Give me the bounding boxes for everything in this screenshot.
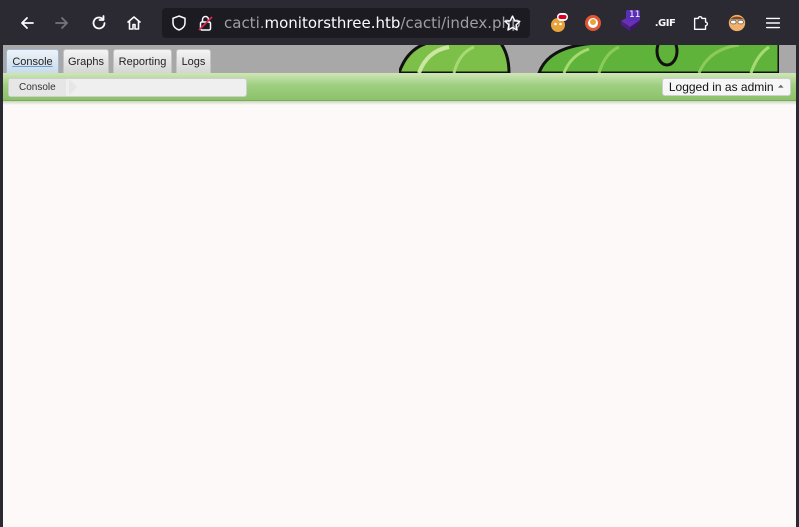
navigation-bar: Console Logged in as admin ⏶ [3,73,796,101]
back-arrow-icon [21,17,34,29]
breadcrumb: Console [8,78,247,97]
forward-button[interactable] [48,9,76,37]
app-menu-button[interactable] [762,12,784,34]
tab-logs-label: Logs [181,55,206,68]
extension-badge-icon[interactable]: 11 [618,9,642,35]
tab-console-label: Console [12,55,53,68]
cacti-header: Console Graphs Reporting Logs [3,45,796,73]
user-menu-label: Logged in as admin [668,80,774,94]
extension-ublock-icon[interactable] [547,12,569,34]
tab-console[interactable]: Console [6,49,59,73]
fox-face-icon [551,13,568,32]
extension-gif-label: .GIF [654,17,676,29]
home-button[interactable] [120,9,148,37]
user-menu[interactable]: Logged in as admin ⏶ [661,78,791,96]
duck-icon [585,15,601,31]
extensions-puzzle-button[interactable] [690,12,712,34]
account-avatar-icon[interactable] [726,12,748,34]
cacti-logo-image [399,45,779,73]
forward-arrow-icon [55,17,68,29]
insecure-lock-icon[interactable] [197,14,215,32]
navigation-bar-shadow [3,101,796,105]
extension-badge-count: 11 [629,10,641,20]
breadcrumb-separator [69,79,77,95]
home-icon [126,16,142,30]
address-bar[interactable]: cacti.monitorsthree.htb/cacti/index.php [162,8,530,38]
url-host: monitorsthree.htb [264,14,401,32]
extension-gif-icon[interactable]: .GIF [653,12,677,34]
reload-button[interactable] [85,9,113,37]
breadcrumb-item-console[interactable]: Console [9,79,66,96]
tab-graphs[interactable]: Graphs [63,49,109,73]
url-text[interactable]: cacti.monitorsthree.htb/cacti/index.php [224,14,521,32]
caret-up-icon: ⏶ [777,82,784,91]
hamburger-menu-icon [765,17,781,29]
puzzle-icon [693,15,709,31]
tab-reporting[interactable]: Reporting [113,49,172,73]
shield-icon[interactable] [170,14,188,32]
tab-logs[interactable]: Logs [176,49,211,73]
url-subdomain: cacti. [224,14,265,32]
extension-duckduckgo-icon[interactable] [582,12,604,34]
tab-graphs-label: Graphs [67,55,105,68]
tab-reporting-label: Reporting [118,55,167,68]
bookmark-star-icon[interactable] [503,14,522,33]
avatar [728,14,746,32]
back-button[interactable] [13,9,41,37]
page-viewport: Console Graphs Reporting Logs Console Lo… [3,45,796,527]
browser-toolbar: cacti.monitorsthree.htb/cacti/index.php … [0,0,799,45]
reload-icon [92,15,106,30]
